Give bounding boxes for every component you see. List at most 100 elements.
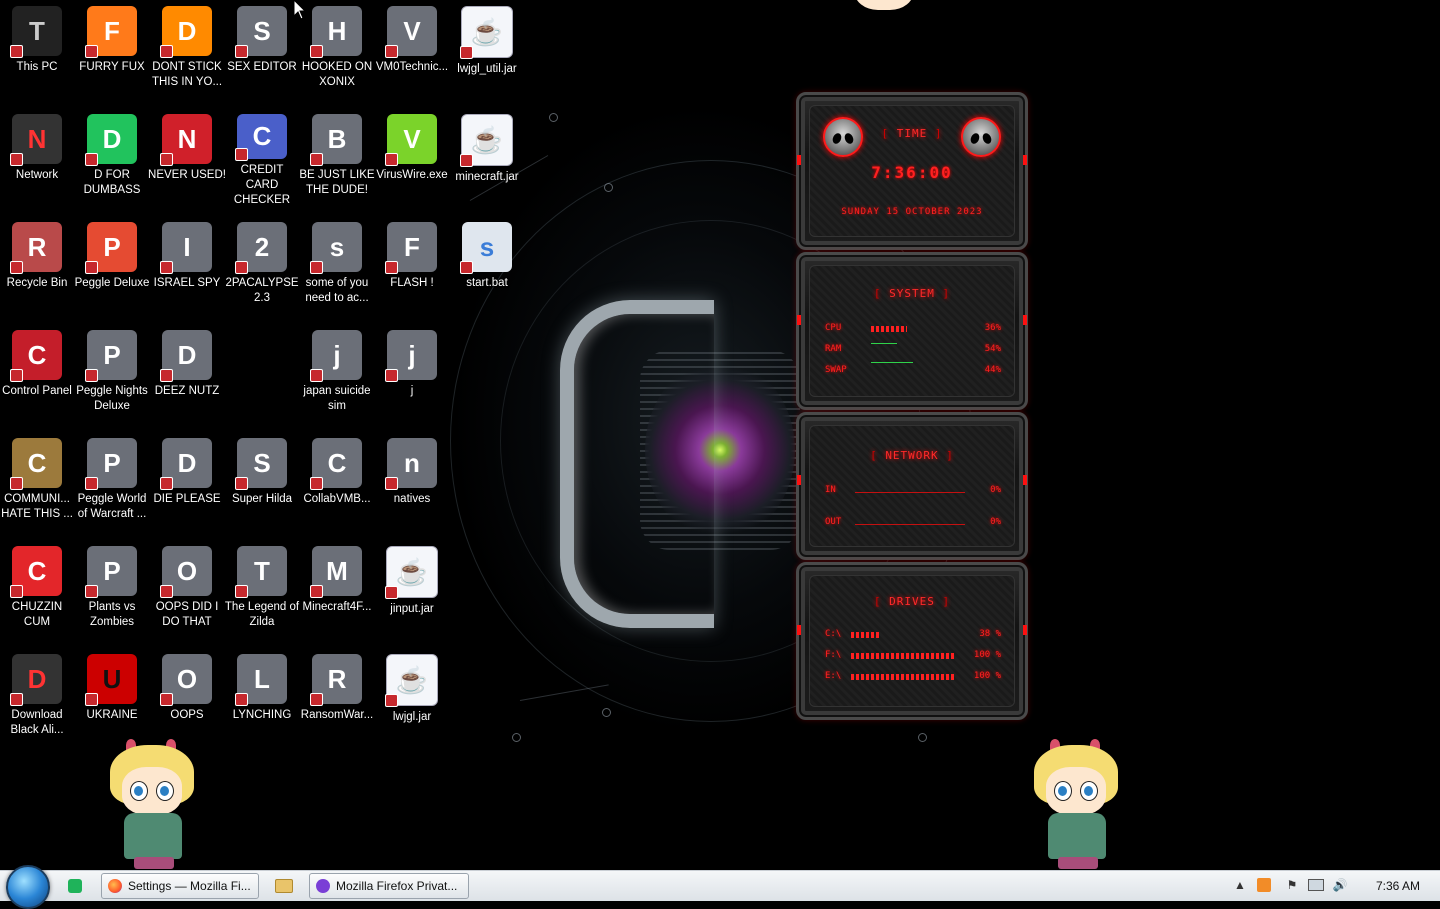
desktop-icon[interactable]: D Download Black Ali... (0, 648, 75, 748)
desktop-icon[interactable]: H HOOKED ON XONIX (299, 0, 375, 100)
star-character-sticker (832, 0, 936, 30)
desktop-icon-label: VirusWire.exe (376, 169, 448, 181)
desktop-icon[interactable]: O OOPS (149, 648, 225, 748)
hxd-hex-editor-icon: S (235, 6, 287, 58)
desktop-icon[interactable]: s start.bat (449, 216, 525, 316)
desktop-icon-label: HOOKED ON XONIX (301, 61, 373, 88)
desktop-icon-label: CHUZZIN CUM (11, 601, 63, 628)
desktop-icon[interactable]: S SEX EDITOR (224, 0, 300, 100)
desktop-icon[interactable]: jj (374, 324, 450, 424)
desktop-icon-label: japan suicide sim (303, 385, 371, 412)
desktop-icon[interactable]: P Peggle World of Warcraft ... (74, 432, 150, 532)
flash-file-icon: j (385, 330, 437, 382)
desktop-icon-label: Super Hilda (231, 493, 293, 505)
desktop-icon[interactable]: R Recycle Bin (0, 216, 75, 316)
action-center-flag-icon[interactable]: ⚑ (1284, 877, 1300, 893)
taskbar-window-label: Settings — Mozilla Fi... (128, 879, 251, 893)
desktop-icon[interactable]: ☕ jinput.jar (374, 540, 450, 640)
ram-row: RAM 54% (825, 343, 1001, 358)
desktop-icon[interactable]: T The Legend of Zilda (224, 540, 300, 640)
desktop-icon[interactable]: V VM0Technic... (374, 0, 450, 100)
desktop-icon[interactable]: D DEEZ NUTZ (149, 324, 225, 424)
desktop-icon[interactable]: B BE JUST LIKE THE DUDE! (299, 108, 375, 208)
taskbar-window-private-browsing[interactable]: Mozilla Firefox Privat... (309, 873, 469, 899)
santa-game-icon: B (310, 114, 362, 166)
limewire-icon: V (385, 114, 437, 166)
desktop-icon[interactable]: 2 2PACALYPSE 2.3 (224, 216, 300, 316)
desktop-icon[interactable]: M Minecraft4F... (299, 540, 375, 640)
desktop-icon[interactable]: C CREDIT CARD CHECKER (224, 108, 300, 208)
drive-f-bar (851, 653, 955, 659)
chat-app-icon: D (85, 114, 137, 166)
desktop-icon-label: LYNCHING (232, 709, 292, 721)
desktop-icon-label: CollabVMB... (303, 493, 371, 505)
drive-c-row: C:\ 38 % (825, 629, 1001, 643)
desktop-icon[interactable]: ☕ lwjgl.jar (374, 648, 450, 748)
desktop-icon[interactable]: O OOPS DID I DO THAT (149, 540, 225, 640)
java-jar-icon: ☕ (460, 6, 513, 59)
portrait-64-icon: O (160, 654, 212, 706)
credit-card-icon: C (235, 114, 287, 161)
desktop-icon[interactable]: D DIE PLEASE (149, 432, 225, 532)
desktop-icon[interactable]: N Network (0, 108, 75, 208)
desktop-icon[interactable]: P Plants vs Zombies (74, 540, 150, 640)
pinned-chat-app[interactable] (64, 875, 86, 897)
desktop-icon-label: OOPS (170, 709, 204, 721)
computer-icon: T (10, 6, 62, 58)
desktop-icon-label: CREDIT CARD CHECKER (233, 164, 291, 206)
desktop-icon[interactable]: P Peggle Nights Deluxe (74, 324, 150, 424)
drive-e-value: 100 % (973, 671, 1001, 681)
desktop-icon[interactable]: P Peggle Deluxe (74, 216, 150, 316)
network-tray-icon[interactable] (1308, 877, 1324, 893)
taskbar-window-settings[interactable]: Settings — Mozilla Fi... (101, 873, 259, 899)
drive-c-value: 38 % (979, 629, 1001, 639)
desktop-icon[interactable]: F FLASH ! (374, 216, 450, 316)
desktop-icon[interactable]: n natives (374, 432, 450, 532)
desktop-icon-label: Recycle Bin (6, 277, 68, 289)
desktop-icon[interactable]: C COMMUNI... HATE THIS ... (0, 432, 75, 532)
drive-e-label: E:\ (825, 671, 842, 681)
swap-value: 44% (984, 365, 1001, 375)
desktop-icon[interactable]: C CHUZZIN CUM (0, 540, 75, 640)
desktop-icon[interactable]: V VirusWire.exe (374, 108, 450, 208)
network-in-value: 0% (990, 485, 1001, 495)
desktop-icon[interactable]: R RansomWar... (299, 648, 375, 748)
star-character-sticker (1024, 739, 1128, 870)
start-button[interactable] (6, 865, 50, 909)
stacked-windows-icon: D (160, 330, 212, 382)
portrait-icon: O (160, 546, 212, 598)
pinned-file-explorer[interactable] (273, 875, 295, 897)
wallpaper-dot (512, 733, 521, 742)
desktop-icon-label: 2PACALYPSE 2.3 (225, 277, 299, 304)
desktop-icon[interactable]: S Super Hilda (224, 432, 300, 532)
desktop-icon-label: natives (393, 493, 431, 505)
desktop-icon[interactable]: L LYNCHING (224, 648, 300, 748)
taskbar-clock[interactable]: 7:36 AM (1376, 879, 1420, 893)
desktop-icon[interactable]: C Control Panel (0, 324, 75, 424)
volume-icon[interactable]: 🔊 (1332, 877, 1348, 893)
desktop-icon-label: Peggle Deluxe (74, 277, 150, 289)
desktop-icon[interactable]: N NEVER USED! (148, 108, 226, 208)
desktop-icon[interactable]: F FURRY FUX (74, 0, 150, 100)
desktop-icon[interactable]: C CollabVMB... (299, 432, 375, 532)
show-hidden-icons-chevron-icon[interactable]: ▲ (1232, 877, 1248, 893)
desktop[interactable]: T This PC F FURRY FUX D DONT STICK THIS IN YO… (0, 0, 1440, 870)
java-jar-icon: ☕ (385, 654, 438, 707)
time-widget-title: TIME (799, 127, 1025, 140)
desktop-icon[interactable]: D DONT STICK THIS IN YO... (149, 0, 225, 100)
desktop-icon[interactable]: j japan suicide sim (299, 324, 375, 424)
alien-icon: D (10, 654, 62, 706)
desktop-icon[interactable]: ☕ minecraft.jar (449, 108, 525, 208)
desktop-icon-label: DEEZ NUTZ (154, 385, 220, 397)
network-icon: N (10, 114, 62, 166)
desktop-icon-label: Peggle World of Warcraft ... (77, 493, 147, 520)
desktop-icon[interactable]: s some of you need to ac... (299, 216, 375, 316)
desktop-icon[interactable]: U UKRAINE (74, 648, 150, 748)
desktop-icon[interactable]: T This PC (0, 0, 75, 100)
tray-app-icon[interactable] (1256, 877, 1272, 893)
desktop-icon-label: Peggle Nights Deluxe (76, 385, 148, 412)
desktop-icon[interactable]: D D FOR DUMBASS (74, 108, 150, 208)
desktop-icon[interactable]: ☕ lwjgl_util.jar (449, 0, 525, 100)
desktop-icon[interactable]: I ISRAEL SPY (149, 216, 225, 316)
desktop-icon-label: lwjgl.jar (392, 711, 432, 723)
